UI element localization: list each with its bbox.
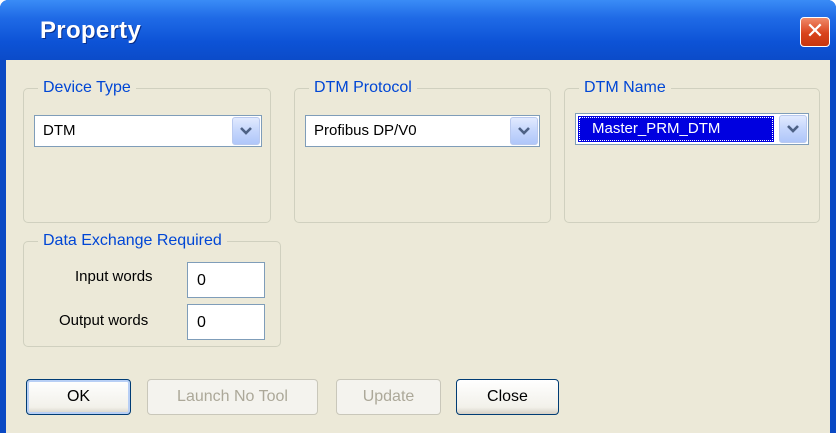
data-exchange-label: Data Exchange Required	[38, 232, 227, 250]
device-type-value: DTM	[43, 122, 76, 139]
close-button[interactable]: Close	[456, 379, 559, 415]
dtm-name-dropdown[interactable]: Master_PRM_DTM	[575, 113, 809, 145]
data-exchange-group: Data Exchange Required Input words 0 Out…	[23, 232, 281, 347]
dtm-protocol-label: DTM Protocol	[309, 79, 417, 97]
chevron-down-icon[interactable]	[232, 117, 260, 145]
output-words-label: Output words	[59, 312, 149, 329]
dialog-body: Device Type DTM DTM Protocol Profibus DP…	[6, 60, 830, 433]
device-type-group: Device Type DTM	[23, 79, 271, 223]
update-button[interactable]: Update	[336, 379, 441, 415]
output-words-field[interactable]: 0	[187, 304, 265, 340]
input-words-field[interactable]: 0	[187, 262, 265, 298]
dtm-name-value: Master_PRM_DTM	[578, 116, 774, 142]
property-dialog: Property ✕ Device Type DTM DTM Protocol …	[0, 0, 836, 433]
dtm-name-label: DTM Name	[579, 79, 671, 97]
title-bar[interactable]: Property ✕	[0, 0, 836, 60]
device-type-label: Device Type	[38, 79, 136, 97]
chevron-down-icon[interactable]	[510, 117, 538, 145]
dtm-protocol-value: Profibus DP/V0	[314, 122, 417, 139]
ok-button[interactable]: OK	[26, 379, 131, 415]
device-type-dropdown[interactable]: DTM	[34, 115, 262, 147]
close-icon[interactable]: ✕	[800, 17, 830, 47]
launch-no-tool-button[interactable]: Launch No Tool	[147, 379, 318, 415]
chevron-down-icon[interactable]	[779, 115, 807, 143]
dtm-protocol-dropdown[interactable]: Profibus DP/V0	[305, 115, 540, 147]
dtm-protocol-group: DTM Protocol Profibus DP/V0	[294, 79, 551, 223]
window-title: Property	[40, 17, 142, 44]
dtm-name-group: DTM Name Master_PRM_DTM	[564, 79, 820, 223]
input-words-label: Input words	[75, 268, 153, 285]
